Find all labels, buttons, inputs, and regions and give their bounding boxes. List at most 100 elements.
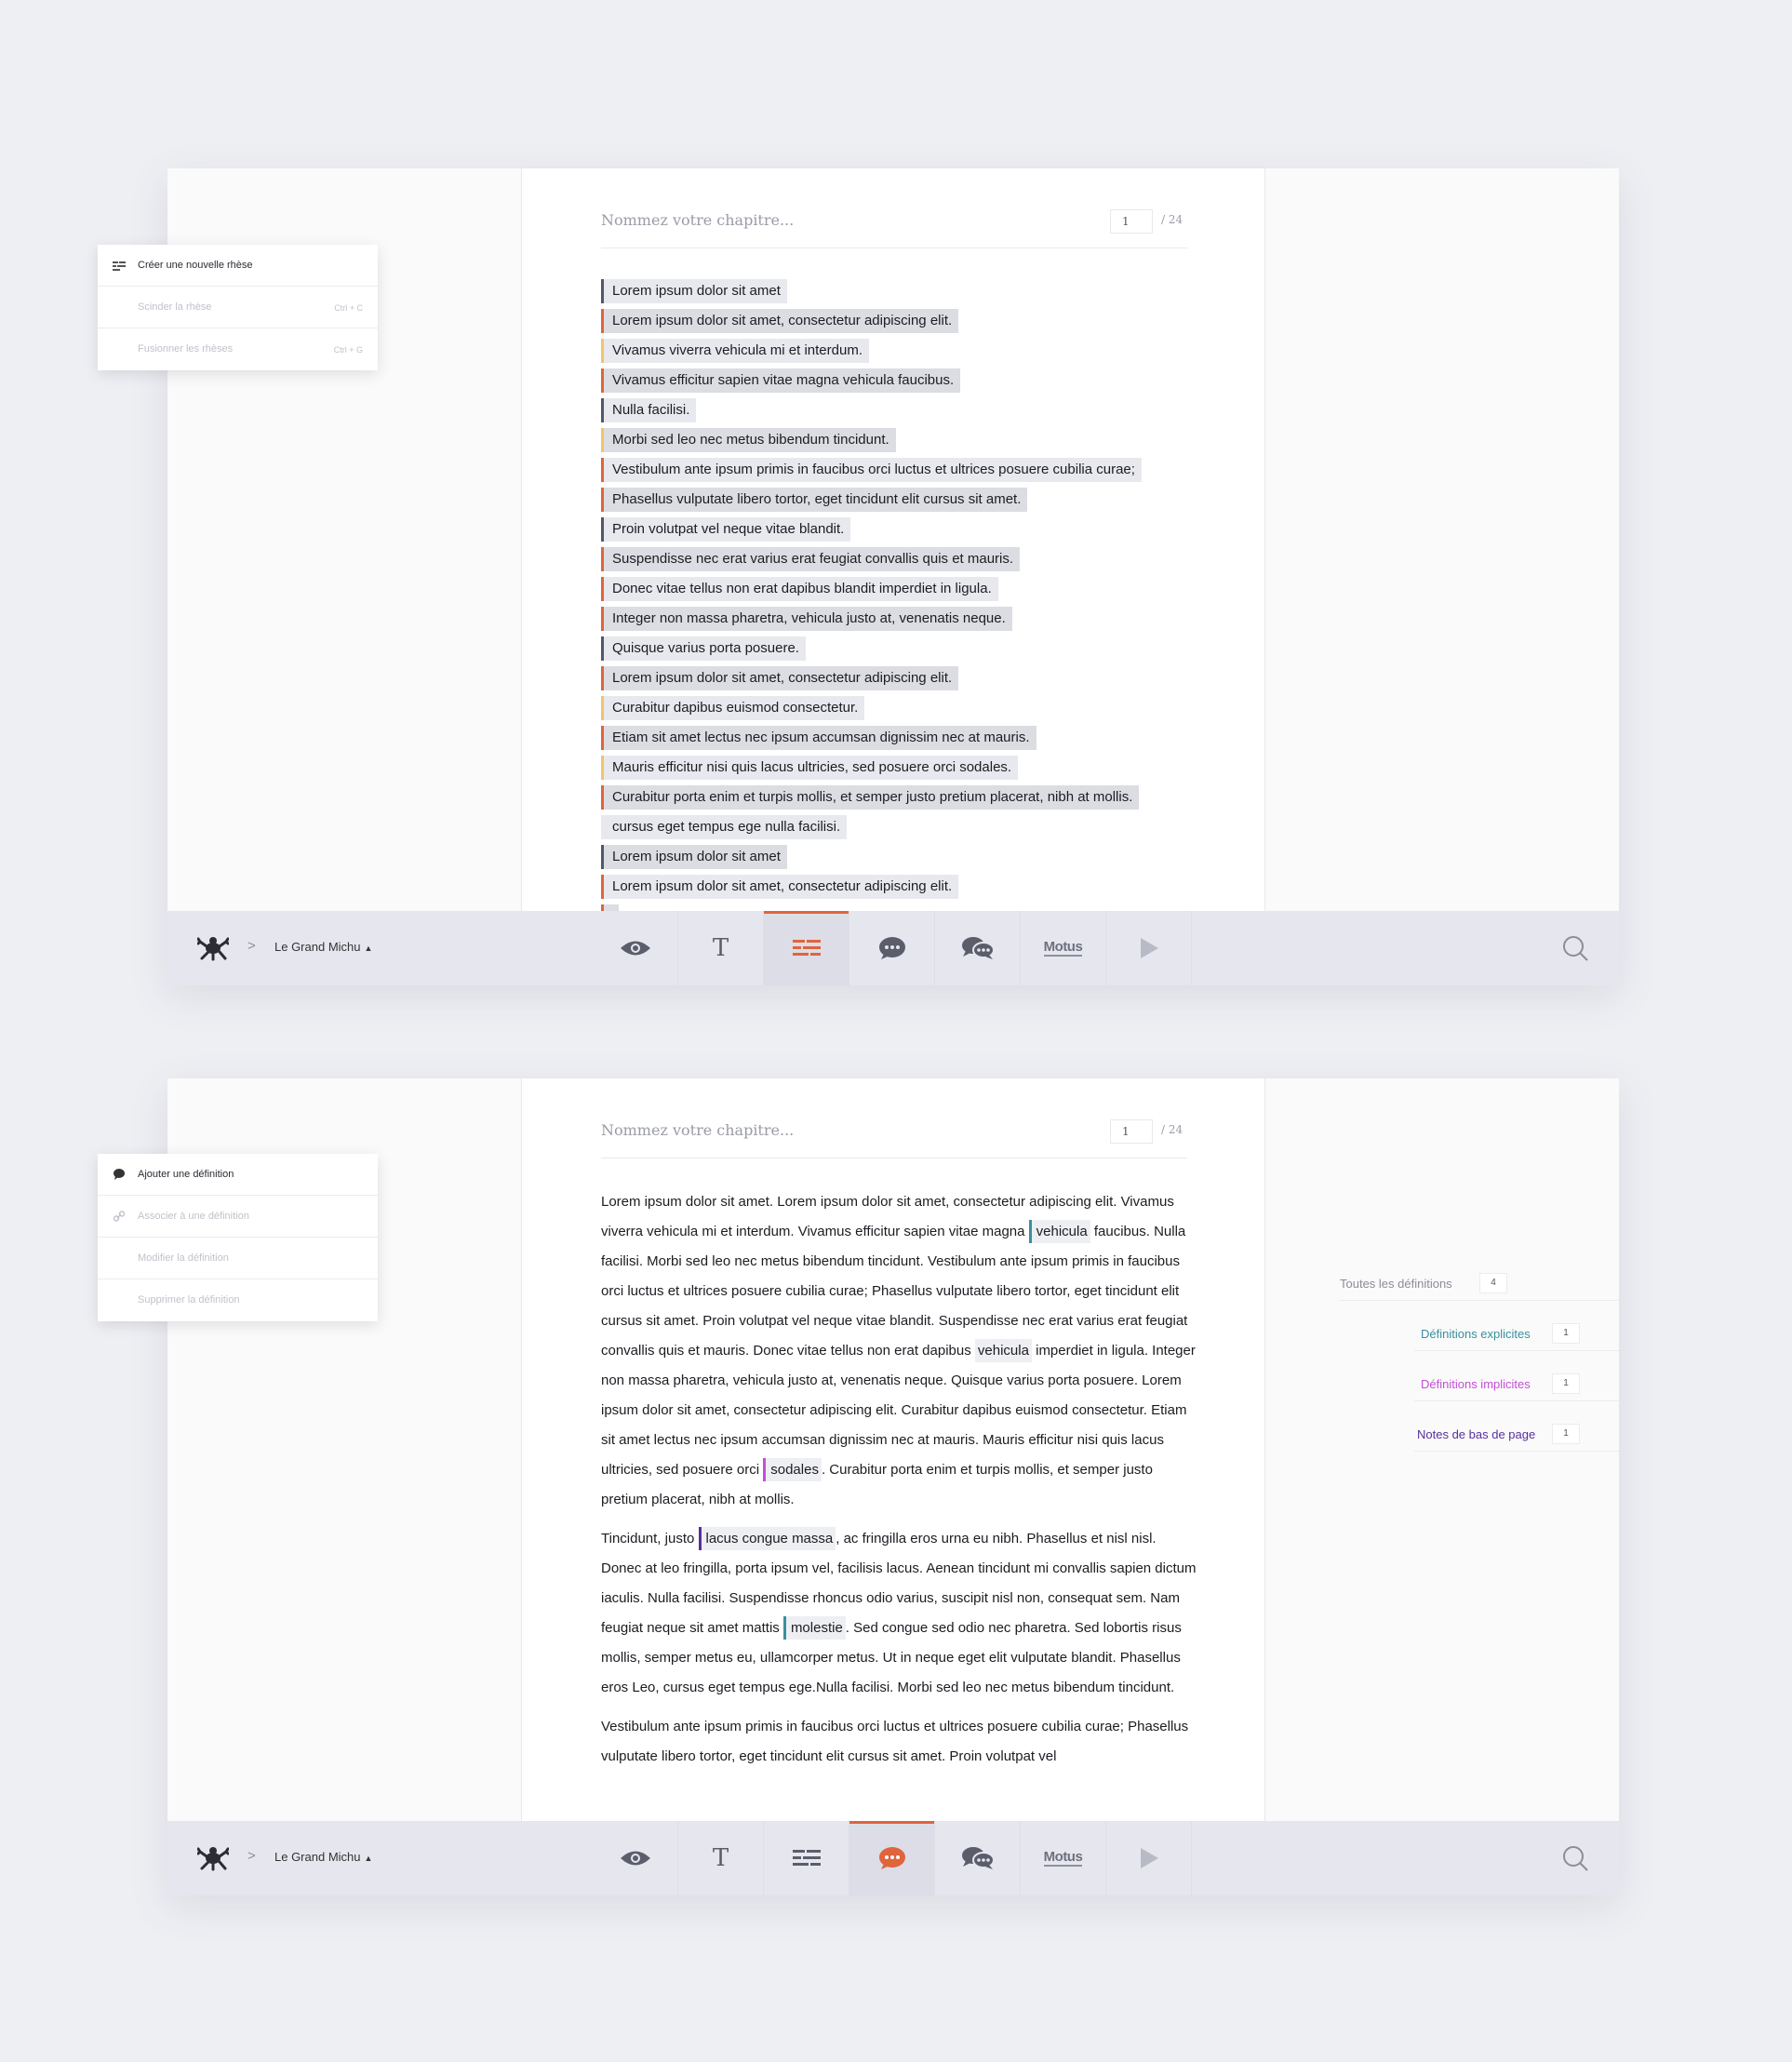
menu-add-definition[interactable]: Ajouter une définition	[98, 1154, 378, 1196]
tab-rheses[interactable]	[764, 911, 849, 985]
rhese-item[interactable]: Suspendisse nec erat varius erat feugiat…	[601, 547, 1215, 577]
search-icon[interactable]	[1561, 934, 1589, 962]
menu-item-label: Supprimer la définition	[138, 1294, 240, 1305]
paragraph: Lorem ipsum dolor sit amet. Lorem ipsum …	[601, 1194, 1196, 1507]
menu-item-label: Modifier la définition	[138, 1252, 229, 1264]
chapter-title-input[interactable]: Nommez votre chapitre...	[601, 1121, 794, 1140]
caret-up-icon: ▲	[364, 1854, 373, 1863]
tab-text[interactable]: T	[678, 1821, 764, 1895]
page-total: / 24	[1161, 213, 1184, 226]
rhese-list: Lorem ipsum dolor sit amet Lorem ipsum do…	[601, 279, 1215, 911]
rheses-icon	[792, 1850, 821, 1866]
rhese-item[interactable]: Integer non massa pharetra, vehicula jus…	[601, 607, 1215, 636]
rhese-item[interactable]: Lorem ipsum dolor sit amet	[601, 845, 1215, 875]
rhese-item[interactable]: Phasellus vulputate libero tortor, eget …	[601, 488, 1215, 517]
menu-shortcut: Ctrl + C	[334, 303, 363, 313]
tab-dialogues[interactable]	[935, 911, 1021, 985]
double-speech-bubble-icon	[961, 937, 995, 959]
menu-edit-definition[interactable]: Modifier la définition	[98, 1238, 378, 1279]
rhese-text: Lorem ipsum dolor sit amet, consectetur …	[601, 875, 959, 899]
footnote[interactable]: lacus congue massa	[698, 1527, 836, 1550]
rhese-text: Vestibulum ante ipsum primis in faucibus…	[601, 458, 1142, 482]
chapter-title-input[interactable]: Nommez votre chapitre...	[601, 211, 794, 230]
rhese-item[interactable]: Nulla facilisi.	[601, 398, 1215, 428]
rhese-text: Proin volutpat vel neque vitae blandit.	[601, 517, 851, 542]
frog-logo-icon[interactable]	[197, 1843, 229, 1871]
rhese-item[interactable]: Lorem ipsum dolor sit amet, consectetur …	[601, 309, 1215, 339]
definition-explicit-ref[interactable]: vehicula	[974, 1339, 1032, 1362]
definition-explicit[interactable]: molestie	[782, 1616, 846, 1640]
tab-preview[interactable]	[593, 1821, 678, 1895]
rhese-item[interactable]: Lorem ipsum dolor sit amet	[601, 279, 1215, 309]
mode-tabs: T Motus	[593, 911, 1192, 985]
filter-label: Toutes les définitions	[1340, 1277, 1452, 1291]
rhese-text: Lorem ipsum dolor sit amet, consectetur …	[601, 666, 959, 690]
page-number-input[interactable]: 1	[1110, 209, 1153, 234]
menu-split-rhese[interactable]: Scinder la rhèse Ctrl + C	[98, 287, 378, 328]
chapter-text[interactable]: Lorem ipsum dolor sit amet. Lorem ipsum …	[601, 1187, 1197, 1781]
text-icon: T	[712, 934, 729, 962]
filter-implicit-definitions[interactable]: Définitions implicites 1	[1414, 1370, 1619, 1401]
rhese-item[interactable]: Mauris efficitur nisi quis lacus ultrici…	[601, 756, 1215, 785]
rhese-item[interactable]: Quisque varius porta posuere.	[601, 636, 1215, 666]
rhese-item[interactable]: Vestibulum ante ipsum primis in faucibus…	[601, 458, 1215, 488]
rhese-item[interactable]: Lorem ipsum dolor sit amet, consectetur …	[601, 666, 1215, 696]
menu-item-label: Ajouter une définition	[138, 1169, 234, 1180]
rhese-item[interactable]: Vivamus efficitur sapien vitae magna veh…	[601, 368, 1215, 398]
menu-item-label: Associer à une définition	[138, 1211, 249, 1222]
rhese-text	[601, 904, 619, 911]
page-total: / 24	[1161, 1123, 1184, 1136]
rhese-item[interactable]: Vivamus viverra vehicula mi et interdum.	[601, 339, 1215, 368]
tab-definitions[interactable]	[849, 911, 935, 985]
menu-item-label: Fusionner les rhèses	[138, 343, 234, 355]
filter-label: Notes de bas de page	[1417, 1427, 1536, 1441]
rhese-item[interactable]: Morbi sed leo nec metus bibendum tincidu…	[601, 428, 1215, 458]
rhese-text: Vivamus efficitur sapien vitae magna veh…	[601, 368, 961, 393]
page-number-input[interactable]: 1	[1110, 1119, 1153, 1144]
speech-bubble-icon	[114, 1169, 125, 1180]
rhese-item[interactable]: Etiam sit amet lectus nec ipsum accumsan…	[601, 726, 1215, 756]
breadcrumb-separator: >	[247, 1848, 256, 1864]
paragraph: Tincidunt, justo lacus congue massa, ac …	[601, 1524, 1197, 1703]
document-selector[interactable]: Le Grand Michu ▲	[274, 1850, 372, 1864]
menu-create-rhese[interactable]: Créer une nouvelle rhèse	[98, 245, 378, 287]
rhese-text: Quisque varius porta posuere.	[601, 636, 806, 661]
tab-rheses[interactable]	[764, 1821, 849, 1895]
menu-delete-definition[interactable]: Supprimer la définition	[98, 1279, 378, 1321]
rhese-item[interactable]: Proin volutpat vel neque vitae blandit.	[601, 517, 1215, 547]
filter-label: Définitions explicites	[1421, 1327, 1531, 1341]
tab-dialogues[interactable]	[935, 1821, 1021, 1895]
tab-definitions[interactable]	[849, 1821, 935, 1895]
play-icon	[1140, 938, 1158, 958]
rhese-text: Morbi sed leo nec metus bibendum tincidu…	[601, 428, 896, 452]
tab-play[interactable]	[1106, 911, 1192, 985]
definition-explicit[interactable]: vehicula	[1028, 1220, 1090, 1243]
editor-window-rheses: Nommez votre chapitre... 1 / 24 Lorem ip…	[167, 168, 1619, 985]
tab-text[interactable]: T	[678, 911, 764, 985]
rhese-item[interactable]: Curabitur porta enim et turpis mollis, e…	[601, 785, 1215, 815]
definition-implicit[interactable]: sodales	[763, 1458, 822, 1481]
text-icon: T	[712, 1844, 729, 1872]
menu-link-definition[interactable]: Associer à une définition	[98, 1196, 378, 1238]
document-selector[interactable]: Le Grand Michu ▲	[274, 940, 372, 954]
frog-logo-icon[interactable]	[197, 933, 229, 961]
count-badge: 1	[1552, 1373, 1580, 1394]
rhese-item[interactable]	[601, 904, 1215, 911]
filter-explicit-definitions[interactable]: Définitions explicites 1	[1414, 1319, 1619, 1351]
rhese-item[interactable]: Donec vitae tellus non erat dapibus blan…	[601, 577, 1215, 607]
rhese-item[interactable]: cursus eget tempus ege nulla facilisi.	[601, 815, 1215, 845]
filter-all-definitions[interactable]: Toutes les définitions 4	[1340, 1269, 1619, 1301]
rhese-item[interactable]: Curabitur dapibus euismod consectetur.	[601, 696, 1215, 726]
definition-context-menu: Ajouter une définition Associer à une dé…	[98, 1154, 378, 1321]
rhese-item[interactable]: Lorem ipsum dolor sit amet, consectetur …	[601, 875, 1215, 904]
filter-footnotes[interactable]: Notes de bas de page 1	[1414, 1420, 1619, 1452]
tab-preview[interactable]	[593, 911, 678, 985]
rhese-text: Vivamus viverra vehicula mi et interdum.	[601, 339, 869, 363]
rhese-text: Phasellus vulputate libero tortor, eget …	[601, 488, 1028, 512]
menu-merge-rheses[interactable]: Fusionner les rhèses Ctrl + G	[98, 328, 378, 370]
tab-play[interactable]	[1106, 1821, 1192, 1895]
editor-window-definitions: Nommez votre chapitre... 1 / 24 Lorem ip…	[167, 1078, 1619, 1895]
tab-motus[interactable]: Motus	[1021, 911, 1106, 985]
tab-motus[interactable]: Motus	[1021, 1821, 1106, 1895]
search-icon[interactable]	[1561, 1844, 1589, 1872]
